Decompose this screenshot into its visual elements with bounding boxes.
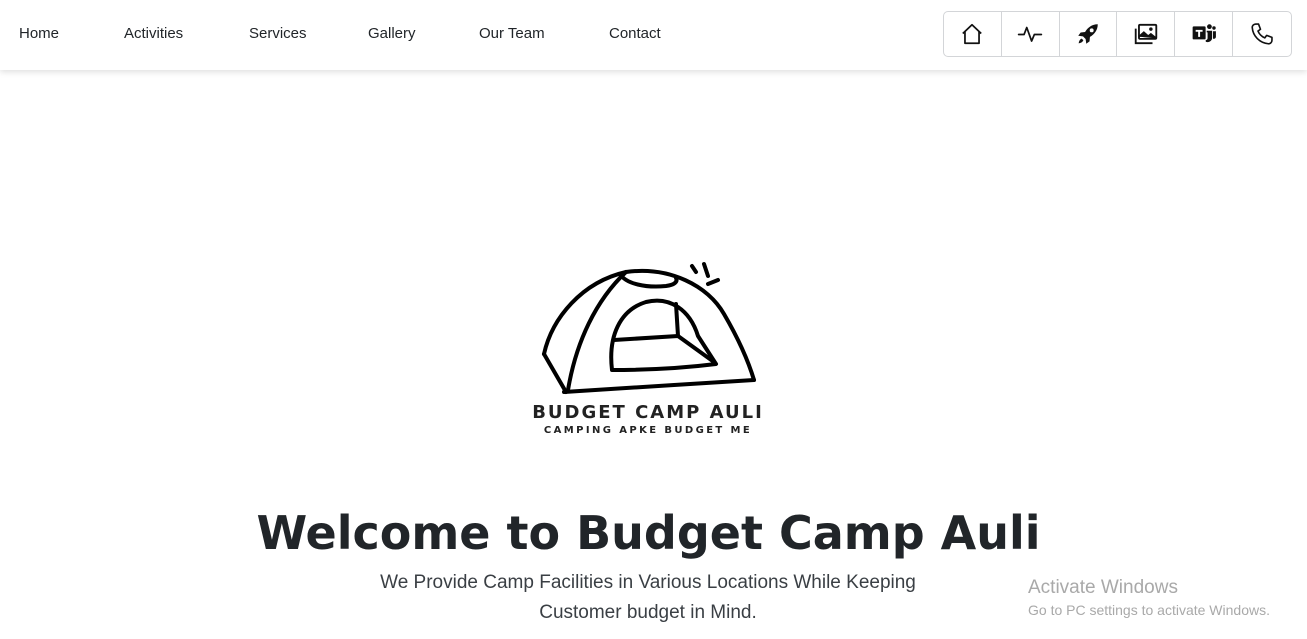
brand-logo: BUDGET CAMP AULI CAMPING APKE BUDGET ME — [520, 258, 776, 443]
image-icon — [1134, 23, 1158, 45]
home-button[interactable] — [944, 12, 1002, 56]
phone-icon — [1251, 23, 1273, 45]
rocket-button[interactable] — [1060, 12, 1118, 56]
top-navbar: Home Activities Services Gallery Our Tea… — [0, 0, 1307, 70]
icon-button-group — [943, 11, 1292, 57]
windows-activation-watermark: Activate Windows Go to PC settings to ac… — [1028, 577, 1270, 620]
logo-title: BUDGET CAMP AULI — [532, 402, 764, 423]
hero-heading: Welcome to Budget Camp Auli — [256, 506, 1041, 560]
logo-tagline: CAMPING APKE BUDGET ME — [543, 425, 753, 436]
activity-button[interactable] — [1002, 12, 1060, 56]
rocket-icon — [1078, 24, 1098, 44]
nav-link-gallery[interactable]: Gallery — [368, 24, 416, 44]
watermark-title: Activate Windows — [1028, 577, 1178, 598]
watermark-subtitle: Go to PC settings to activate Windows. — [1028, 602, 1270, 618]
nav-link-home[interactable]: Home — [19, 24, 59, 44]
nav-link-contact[interactable]: Contact — [609, 24, 661, 44]
contact-button[interactable] — [1233, 12, 1291, 56]
team-button[interactable] — [1175, 12, 1234, 56]
nav-link-our-team[interactable]: Our Team — [479, 24, 545, 44]
nav-link-activities[interactable]: Activities — [124, 24, 183, 44]
teams-icon — [1192, 24, 1216, 43]
activity-icon — [1017, 26, 1043, 42]
gallery-button[interactable] — [1117, 12, 1176, 56]
home-icon — [962, 23, 983, 45]
nav-link-services[interactable]: Services — [249, 24, 307, 44]
tent-icon — [542, 262, 756, 394]
hero-subtitle: We Provide Camp Facilities in Various Lo… — [380, 572, 916, 623]
